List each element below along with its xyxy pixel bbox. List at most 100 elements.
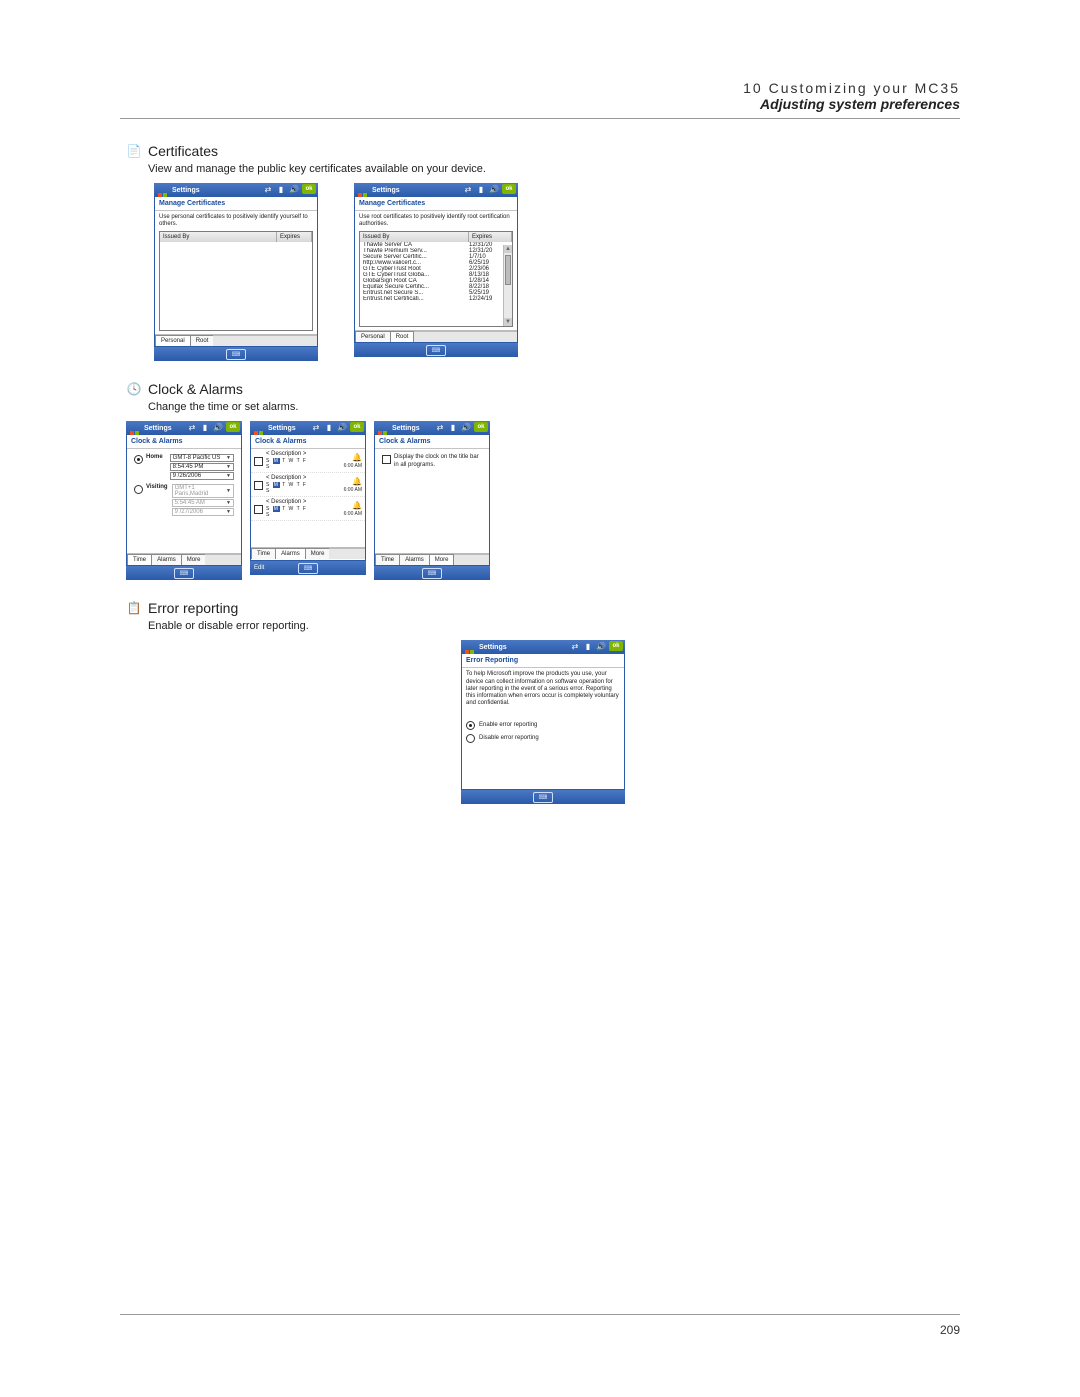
bell-icon[interactable]: 🔔 bbox=[352, 501, 362, 510]
tab-root[interactable]: Root bbox=[390, 331, 415, 342]
error-heading: 📋 Error reporting bbox=[126, 600, 960, 616]
scrollbar[interactable] bbox=[503, 245, 512, 326]
ok-button[interactable]: ok bbox=[474, 422, 488, 432]
disable-error-radio[interactable] bbox=[466, 734, 475, 743]
softkey-bar bbox=[154, 347, 318, 361]
certificates-table[interactable]: Issued By Expires Thawte Server CA12/31/… bbox=[359, 231, 513, 327]
error-report-icon: 📋 bbox=[126, 600, 142, 616]
signal-icon[interactable]: ▮ bbox=[276, 184, 286, 194]
chapter-heading: 10 Customizing your MC35 bbox=[120, 80, 960, 96]
chapter-subtitle: Adjusting system preferences bbox=[120, 96, 960, 112]
tab-time[interactable]: Time bbox=[251, 548, 276, 559]
page-number: 209 bbox=[120, 1323, 960, 1337]
volume-icon[interactable]: 🔊 bbox=[337, 422, 347, 432]
screen-title: Clock & Alarms bbox=[127, 435, 241, 449]
windows-logo-icon bbox=[357, 184, 369, 196]
connectivity-icon[interactable]: ⇄ bbox=[187, 422, 197, 432]
enable-error-radio[interactable] bbox=[466, 721, 475, 730]
tab-more[interactable]: More bbox=[181, 554, 207, 565]
windows-logo-icon bbox=[129, 422, 141, 434]
visiting-label: Visiting bbox=[146, 484, 168, 490]
tab-alarms[interactable]: Alarms bbox=[275, 548, 306, 559]
tab-root[interactable]: Root bbox=[190, 335, 215, 346]
time-field-visiting[interactable]: 5:54:45 AM bbox=[172, 499, 234, 507]
signal-icon[interactable]: ▮ bbox=[583, 641, 593, 651]
table-row[interactable]: Entrust.net Certificati...12/24/19 bbox=[360, 296, 512, 302]
display-clock-checkbox[interactable] bbox=[382, 455, 391, 464]
clock-icon: 🕓 bbox=[126, 381, 142, 397]
tab-personal[interactable]: Personal bbox=[155, 335, 191, 346]
date-field[interactable]: 9 /26/2006 bbox=[170, 472, 234, 480]
volume-icon[interactable]: 🔊 bbox=[461, 422, 471, 432]
clock-heading: 🕓 Clock & Alarms bbox=[126, 381, 960, 397]
screenshot-certs-root: Settings ⇄ ▮ 🔊 ok Manage Certificates Us… bbox=[354, 183, 518, 361]
signal-icon[interactable]: ▮ bbox=[200, 422, 210, 432]
alarm-checkbox[interactable] bbox=[254, 505, 263, 514]
bell-icon[interactable]: 🔔 bbox=[352, 453, 362, 462]
timezone-dropdown[interactable]: GMT-8 Pacific US bbox=[170, 454, 234, 462]
hint-text: Use root certificates to positively iden… bbox=[359, 214, 513, 228]
signal-icon[interactable]: ▮ bbox=[476, 184, 486, 194]
keyboard-icon[interactable] bbox=[298, 563, 318, 574]
alarm-row[interactable]: < Description >S M T W T F S🔔6:00 AM bbox=[251, 449, 365, 473]
screenshot-clock-alarms: Settings⇄▮🔊ok Clock & Alarms < Descripti… bbox=[250, 421, 366, 580]
connectivity-icon[interactable]: ⇄ bbox=[263, 184, 273, 194]
connectivity-icon[interactable]: ⇄ bbox=[463, 184, 473, 194]
display-clock-label: Display the clock on the title bar in al… bbox=[394, 454, 482, 468]
alarm-checkbox[interactable] bbox=[254, 481, 263, 490]
ok-button[interactable]: ok bbox=[302, 184, 316, 194]
tab-personal[interactable]: Personal bbox=[355, 331, 391, 342]
home-label: Home bbox=[146, 454, 163, 460]
keyboard-icon[interactable] bbox=[226, 349, 246, 360]
keyboard-icon[interactable] bbox=[426, 345, 446, 356]
clock-desc: Change the time or set alarms. bbox=[148, 401, 960, 413]
title-bar: Settings ⇄ ▮ 🔊 ok bbox=[354, 183, 518, 197]
enable-error-label: Enable error reporting bbox=[479, 722, 537, 728]
certificate-icon: 📄 bbox=[126, 143, 142, 159]
ok-button[interactable]: ok bbox=[502, 184, 516, 194]
volume-icon[interactable]: 🔊 bbox=[489, 184, 499, 194]
ok-button[interactable]: ok bbox=[350, 422, 364, 432]
volume-icon[interactable]: 🔊 bbox=[596, 641, 606, 651]
keyboard-icon[interactable] bbox=[174, 568, 194, 579]
keyboard-icon[interactable] bbox=[533, 792, 553, 803]
alarm-row[interactable]: < Description >S M T W T F S🔔6:00 AM bbox=[251, 497, 365, 521]
table-header: Issued By Expires bbox=[160, 232, 312, 242]
signal-icon[interactable]: ▮ bbox=[448, 422, 458, 432]
ok-button[interactable]: ok bbox=[609, 641, 623, 651]
connectivity-icon[interactable]: ⇄ bbox=[435, 422, 445, 432]
ok-button[interactable]: ok bbox=[226, 422, 240, 432]
screenshot-clock-time: Settings⇄▮🔊ok Clock & Alarms Home GMT-8 … bbox=[126, 421, 242, 580]
connectivity-icon[interactable]: ⇄ bbox=[311, 422, 321, 432]
keyboard-icon[interactable] bbox=[422, 568, 442, 579]
visiting-radio[interactable] bbox=[134, 485, 143, 494]
home-radio[interactable] bbox=[134, 455, 143, 464]
date-field-visiting[interactable]: 9 /27/2006 bbox=[172, 508, 234, 516]
error-body-text: To help Microsoft improve the products y… bbox=[466, 671, 620, 707]
certificates-heading: 📄 Certificates bbox=[126, 143, 960, 159]
alarm-row[interactable]: < Description >S M T W T F S🔔6:00 AM bbox=[251, 473, 365, 497]
volume-icon[interactable]: 🔊 bbox=[289, 184, 299, 194]
screen-title: Error Reporting bbox=[462, 654, 624, 668]
volume-icon[interactable]: 🔊 bbox=[213, 422, 223, 432]
softkey-bar bbox=[354, 343, 518, 357]
header-rule bbox=[120, 118, 960, 119]
tab-more[interactable]: More bbox=[429, 554, 455, 565]
edit-softkey[interactable]: Edit bbox=[254, 565, 264, 571]
signal-icon[interactable]: ▮ bbox=[324, 422, 334, 432]
timezone-dropdown-visiting[interactable]: GMT+1 Paris,Madrid bbox=[172, 484, 234, 498]
alarm-checkbox[interactable] bbox=[254, 457, 263, 466]
tab-alarms[interactable]: Alarms bbox=[399, 554, 430, 565]
screen-title: Clock & Alarms bbox=[375, 435, 489, 449]
certificates-table[interactable]: Issued By Expires bbox=[159, 231, 313, 331]
connectivity-icon[interactable]: ⇄ bbox=[570, 641, 580, 651]
tab-more[interactable]: More bbox=[305, 548, 331, 559]
tab-time[interactable]: Time bbox=[375, 554, 400, 565]
time-field[interactable]: 8:54:45 PM bbox=[170, 463, 234, 471]
tab-alarms[interactable]: Alarms bbox=[151, 554, 182, 565]
footer-rule bbox=[120, 1314, 960, 1315]
tab-time[interactable]: Time bbox=[127, 554, 152, 565]
hint-text: Use personal certificates to positively … bbox=[159, 214, 313, 228]
bell-icon[interactable]: 🔔 bbox=[352, 477, 362, 486]
disable-error-label: Disable error reporting bbox=[479, 735, 539, 741]
